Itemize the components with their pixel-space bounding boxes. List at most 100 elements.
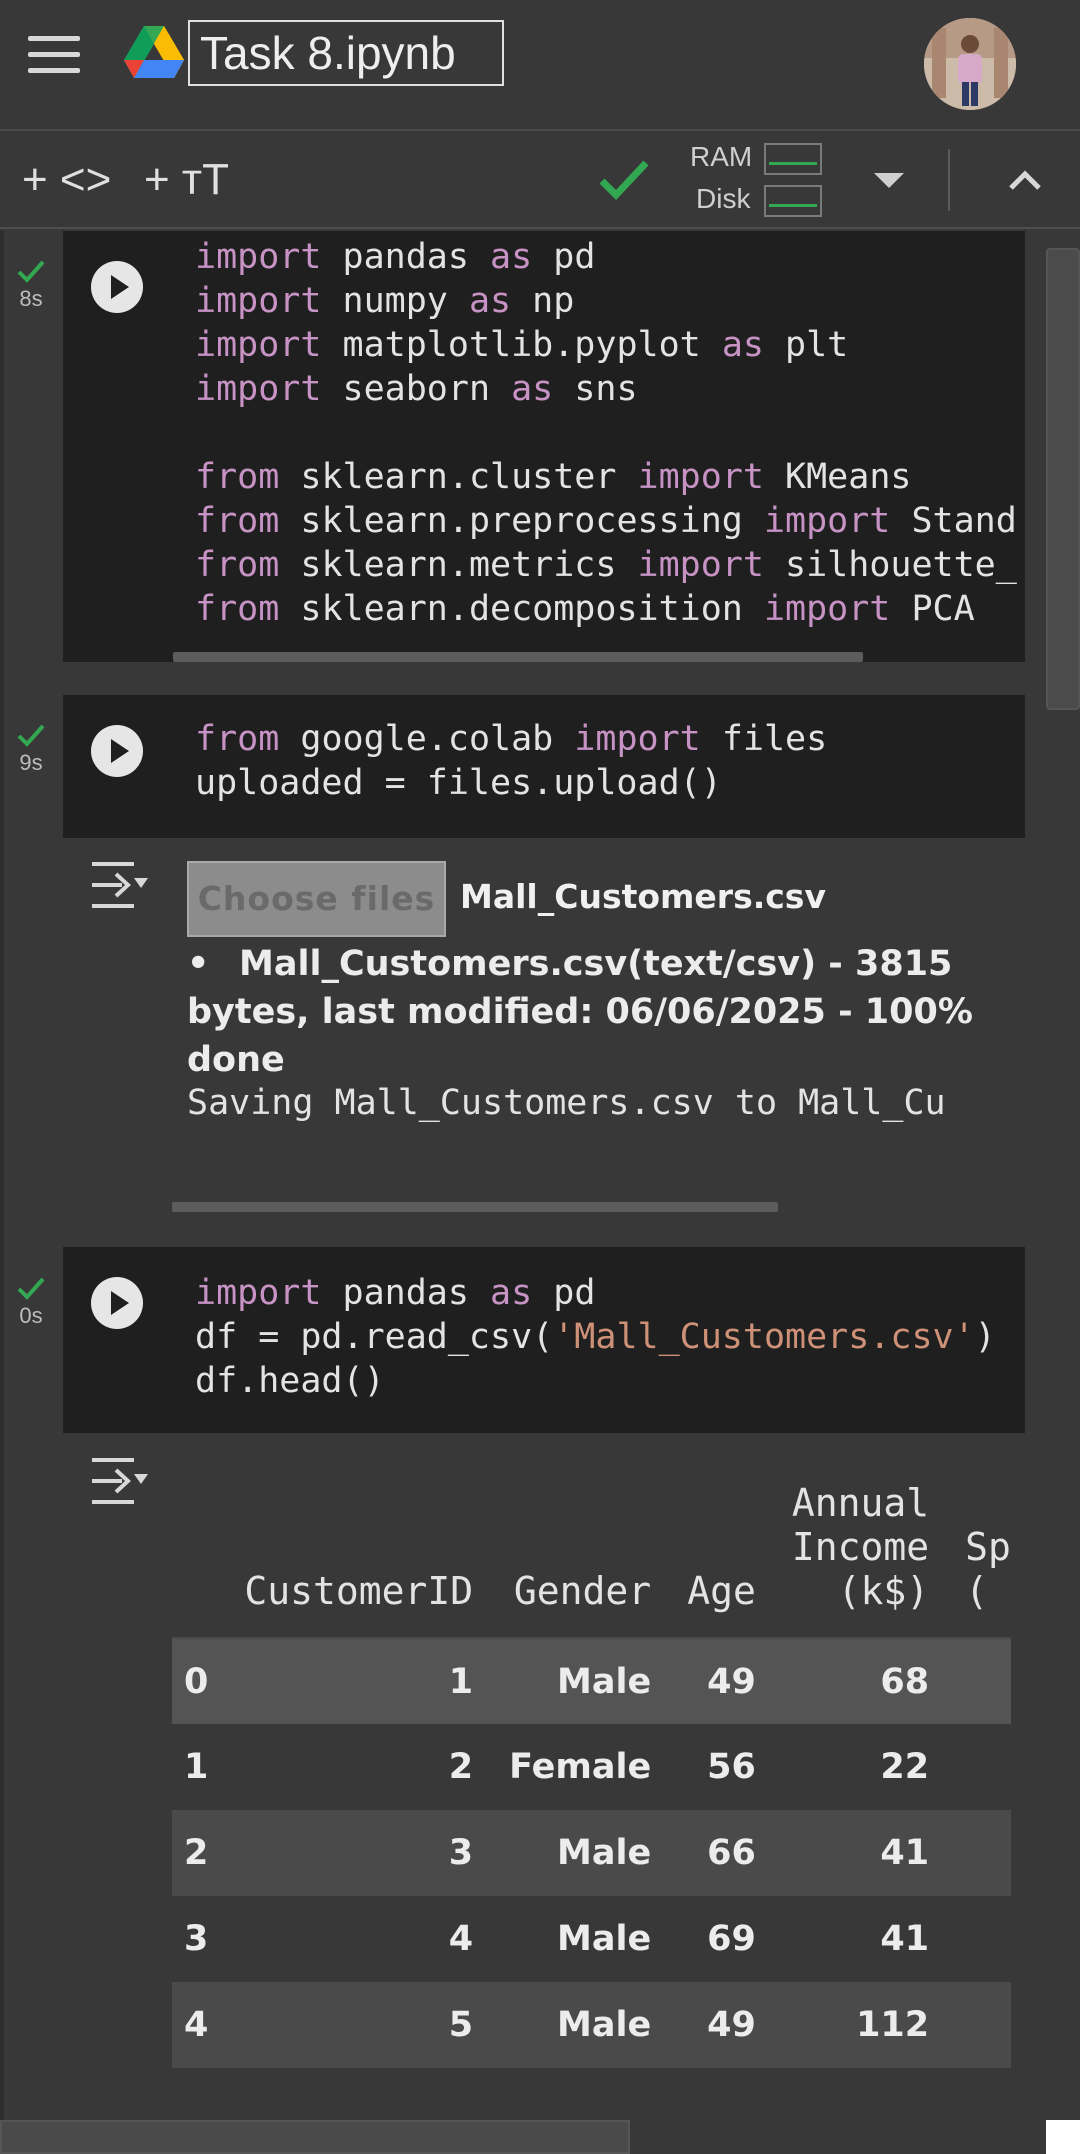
table-cell bbox=[947, 1896, 1011, 1982]
code-keyword: as bbox=[511, 369, 554, 409]
code-text: pandas bbox=[321, 1273, 491, 1313]
output-toggle-icon[interactable] bbox=[88, 858, 150, 912]
header-bar: Task 8.ipynb bbox=[0, 0, 1080, 131]
code-keyword: import bbox=[763, 589, 891, 629]
code-text: uploaded = files.upload() bbox=[195, 763, 722, 803]
output-horizontal-scrollbar[interactable] bbox=[172, 1202, 778, 1212]
google-drive-icon[interactable] bbox=[122, 24, 186, 80]
chevron-up-icon[interactable] bbox=[1008, 163, 1042, 197]
vertical-scrollbar[interactable] bbox=[1046, 248, 1080, 710]
page-horizontal-scrollbar[interactable] bbox=[0, 2120, 630, 2154]
notebook-toolbar: + <> + тT RAM Disk bbox=[0, 133, 1080, 229]
code-keyword: from bbox=[195, 589, 280, 629]
horizontal-scrollbar[interactable] bbox=[173, 652, 863, 662]
execution-time: 8s bbox=[19, 286, 43, 311]
code-string: 'Mall_Customers.csv' bbox=[553, 1317, 975, 1357]
column-header: Annual Income (k$) bbox=[773, 1460, 948, 1639]
run-cell-button[interactable] bbox=[91, 1277, 143, 1329]
code-line: import pandas as pd bbox=[195, 235, 1017, 279]
row-index: 3 bbox=[184, 1919, 209, 1959]
table-cell bbox=[947, 1810, 1011, 1896]
disk-meter[interactable] bbox=[764, 185, 822, 217]
run-cell-button[interactable] bbox=[91, 261, 143, 313]
code-keyword: from bbox=[195, 457, 280, 497]
table-cell bbox=[947, 1724, 1011, 1810]
code-text: files bbox=[700, 719, 828, 759]
code-text: sklearn.cluster bbox=[279, 457, 638, 497]
code-text: KMeans bbox=[763, 457, 912, 497]
code-line: df = pd.read_csv('Mall_Customers.csv') bbox=[195, 1315, 996, 1359]
column-header: Sp( bbox=[947, 1460, 1011, 1639]
table-cell bbox=[947, 1982, 1011, 2068]
code-keyword: as bbox=[468, 281, 512, 321]
code-cell[interactable]: import pandas as pd df = pd.read_csv('Mal… bbox=[63, 1247, 1025, 1433]
upload-status-item: • Mall_Customers.csv(text/csv) - 3815 byt… bbox=[187, 940, 1007, 1084]
hamburger-icon[interactable] bbox=[28, 36, 80, 74]
table-cell: 2 bbox=[448, 1747, 474, 1787]
code-editor[interactable]: from google.colab import files uploaded =… bbox=[195, 717, 827, 805]
table-cell: 3 bbox=[226, 1810, 492, 1896]
row-index: 0 bbox=[172, 1638, 227, 1724]
upload-status-text: Mall_Customers.csv(text/csv) - 3815 byte… bbox=[187, 944, 973, 1080]
code-line: from sklearn.decomposition import PCA bbox=[195, 587, 1017, 631]
table-row: 0 1 Male 49 68 bbox=[172, 1638, 1011, 1724]
code-line: from sklearn.cluster import KMeans bbox=[195, 455, 1017, 499]
code-cell[interactable]: from google.colab import files uploaded =… bbox=[63, 695, 1025, 838]
notebook-title[interactable]: Task 8.ipynb bbox=[188, 20, 504, 86]
code-text: google.colab bbox=[279, 719, 575, 759]
code-keyword: import bbox=[637, 545, 764, 585]
code-keyword: import bbox=[195, 369, 322, 409]
output-toggle-icon[interactable] bbox=[88, 1454, 150, 1508]
code-keyword: as bbox=[721, 325, 764, 365]
row-index: 2 bbox=[172, 1810, 227, 1896]
table-cell: 4 bbox=[448, 1919, 474, 1959]
disk-label: Disk bbox=[696, 183, 751, 214]
chevron-down-icon[interactable] bbox=[874, 173, 904, 188]
table-cell: Male bbox=[491, 1982, 670, 2068]
choose-files-button[interactable]: Choose files bbox=[187, 861, 446, 937]
table-cell bbox=[947, 1638, 1011, 1724]
table-cell: 1 bbox=[226, 1638, 492, 1724]
list-bullet: • bbox=[187, 944, 210, 984]
code-keyword: import bbox=[574, 719, 701, 759]
user-avatar[interactable] bbox=[924, 18, 1016, 110]
table-cell: 41 bbox=[880, 1919, 930, 1959]
dataframe-output: CustomerID Gender Age Annual Income (k$) Sp( 0… bbox=[172, 1460, 1022, 2072]
table-row: 1 2 Female 56 22 bbox=[172, 1724, 1011, 1810]
table-cell: 112 bbox=[773, 1982, 948, 2068]
cell-status: 0s bbox=[14, 1275, 48, 1329]
row-index: 4 bbox=[172, 1982, 227, 2068]
code-editor[interactable]: import pandas as pd df = pd.read_csv('Mal… bbox=[195, 1271, 996, 1403]
code-keyword: import bbox=[195, 325, 322, 365]
connected-check-icon[interactable] bbox=[598, 157, 650, 203]
code-text: sns bbox=[553, 369, 638, 409]
column-header: Age bbox=[669, 1460, 774, 1639]
ram-meter[interactable] bbox=[764, 143, 822, 175]
code-line: from sklearn.metrics import silhouette_ bbox=[195, 543, 1017, 587]
selected-file-name: Mall_Customers.csv bbox=[460, 877, 826, 916]
table-cell: 41 bbox=[773, 1810, 948, 1896]
table-cell: 49 bbox=[669, 1982, 774, 2068]
code-keyword: import bbox=[637, 457, 764, 497]
table-body: 0 1 Male 49 68 1 2 Female 56 22 2 3 Male 66 41 3 4 Male 69… bbox=[172, 1638, 1011, 2068]
add-code-button[interactable]: + <> bbox=[22, 155, 111, 205]
table-header-row: CustomerID Gender Age Annual Income (k$) Sp( bbox=[172, 1460, 1011, 1639]
table-cell: 66 bbox=[669, 1810, 774, 1896]
code-text: ) bbox=[974, 1317, 996, 1357]
code-keyword: import bbox=[195, 237, 322, 277]
table-cell: 22 bbox=[880, 1747, 930, 1787]
code-text: silhouette_ bbox=[763, 545, 1017, 585]
code-editor[interactable]: import pandas as pd import numpy as np imp… bbox=[195, 235, 1017, 631]
code-keyword: as bbox=[490, 1273, 533, 1313]
code-text: plt bbox=[763, 325, 849, 365]
code-keyword: from bbox=[195, 545, 280, 585]
code-keyword: as bbox=[490, 237, 533, 277]
row-index: 1 bbox=[184, 1747, 209, 1787]
code-text: sklearn.decomposition bbox=[279, 589, 764, 629]
code-cell[interactable]: import pandas as pd import numpy as np imp… bbox=[63, 231, 1025, 662]
run-cell-button[interactable] bbox=[91, 725, 143, 777]
add-text-button[interactable]: + тT bbox=[144, 155, 229, 205]
table-cell: Male bbox=[491, 1638, 670, 1724]
code-text: seaborn bbox=[321, 369, 512, 409]
code-line: uploaded = files.upload() bbox=[195, 761, 827, 805]
